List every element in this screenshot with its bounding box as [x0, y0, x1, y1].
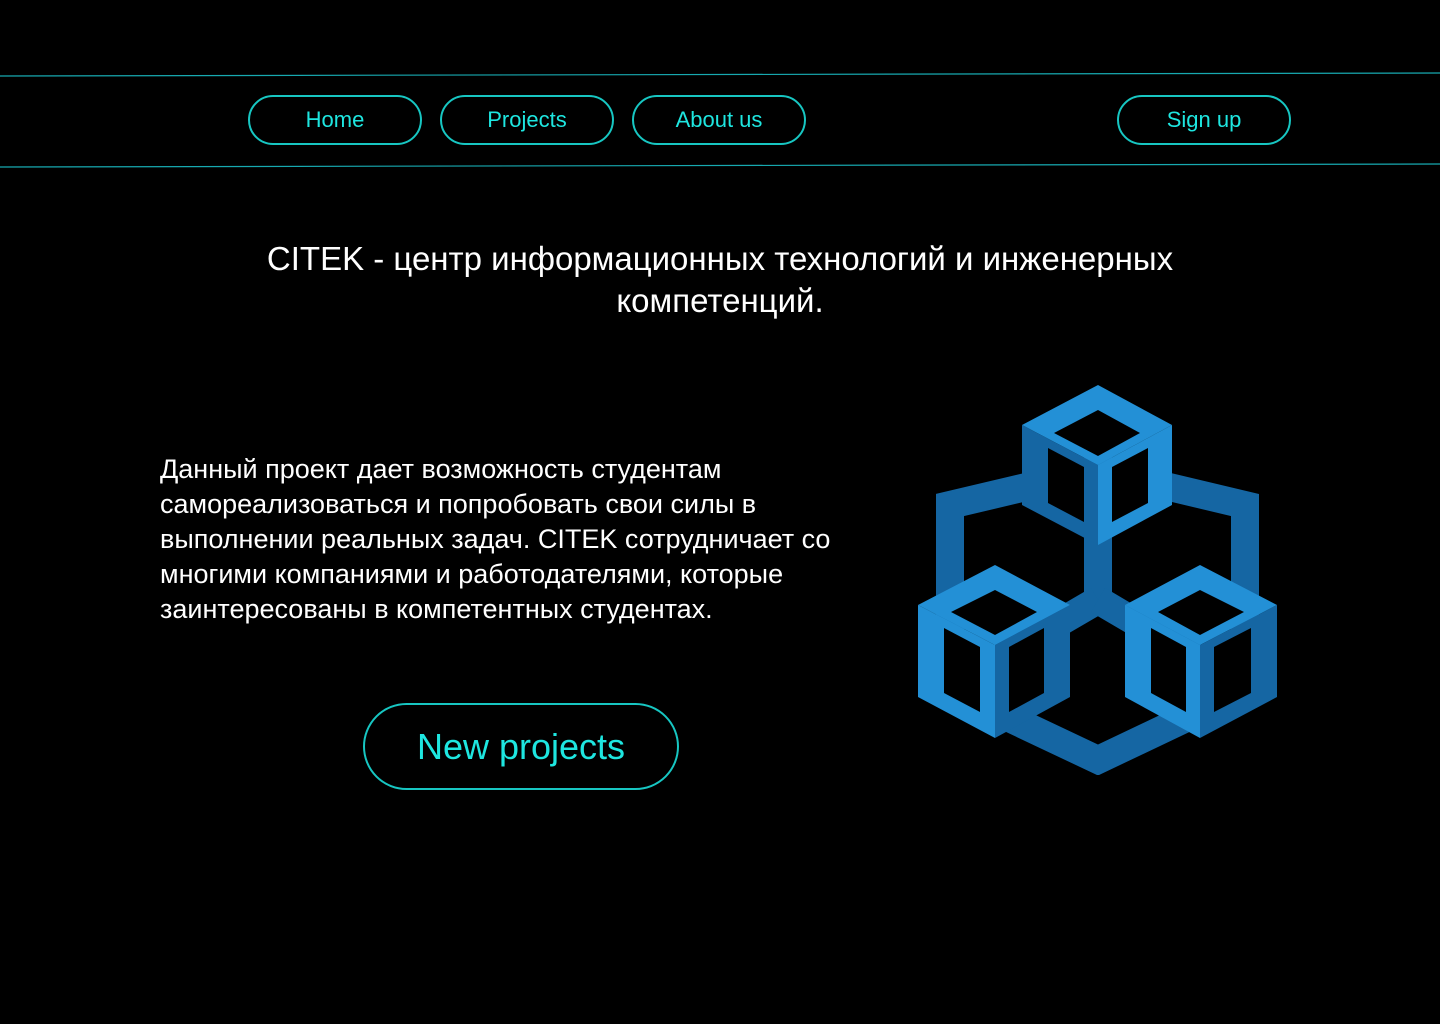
interlocking-cubes-logo-icon	[918, 385, 1277, 775]
header-bottom-divider	[0, 163, 1440, 168]
sign-up-button[interactable]: Sign up	[1117, 95, 1291, 145]
nav-home-button[interactable]: Home	[248, 95, 422, 145]
header-top-divider	[0, 72, 1440, 77]
new-projects-button[interactable]: New projects	[363, 703, 679, 790]
page-headline: CITEK - центр информационных технологий …	[266, 240, 1174, 319]
nav-projects-button[interactable]: Projects	[440, 95, 614, 145]
project-description: Данный проект дает возможность студентам…	[160, 454, 831, 624]
nav-about-us-button[interactable]: About us	[632, 95, 806, 145]
